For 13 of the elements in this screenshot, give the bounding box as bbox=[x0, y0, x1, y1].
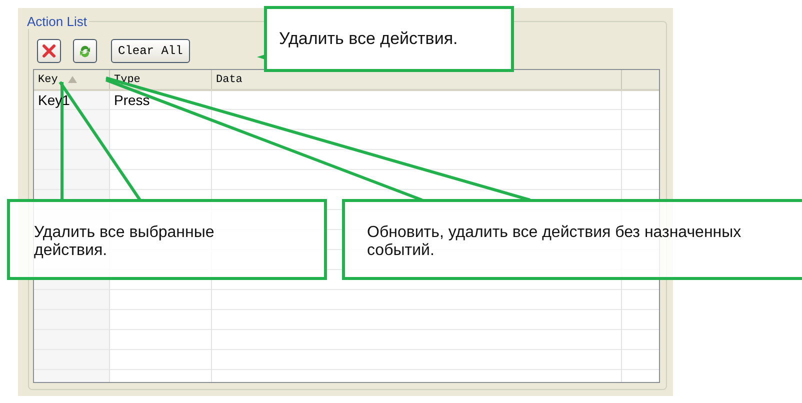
cross-icon bbox=[42, 44, 56, 58]
callout-text: Удалить все действия. bbox=[279, 29, 458, 49]
refresh-icon bbox=[78, 44, 92, 58]
table-cell: Press bbox=[114, 92, 150, 108]
clear-all-button[interactable]: Clear All bbox=[111, 39, 190, 63]
group-title: Action List bbox=[26, 14, 88, 29]
delete-selected-button[interactable] bbox=[37, 39, 61, 63]
sort-ascending-icon bbox=[68, 76, 77, 83]
callout-text: Обновить, удалить все действия без назначенных событий. bbox=[367, 224, 742, 260]
column-header[interactable]: Key bbox=[38, 74, 58, 86]
callout-text: Удалить все выбранные действия. bbox=[34, 224, 216, 260]
refresh-button[interactable] bbox=[73, 39, 97, 63]
column-header[interactable]: Data bbox=[216, 74, 242, 86]
